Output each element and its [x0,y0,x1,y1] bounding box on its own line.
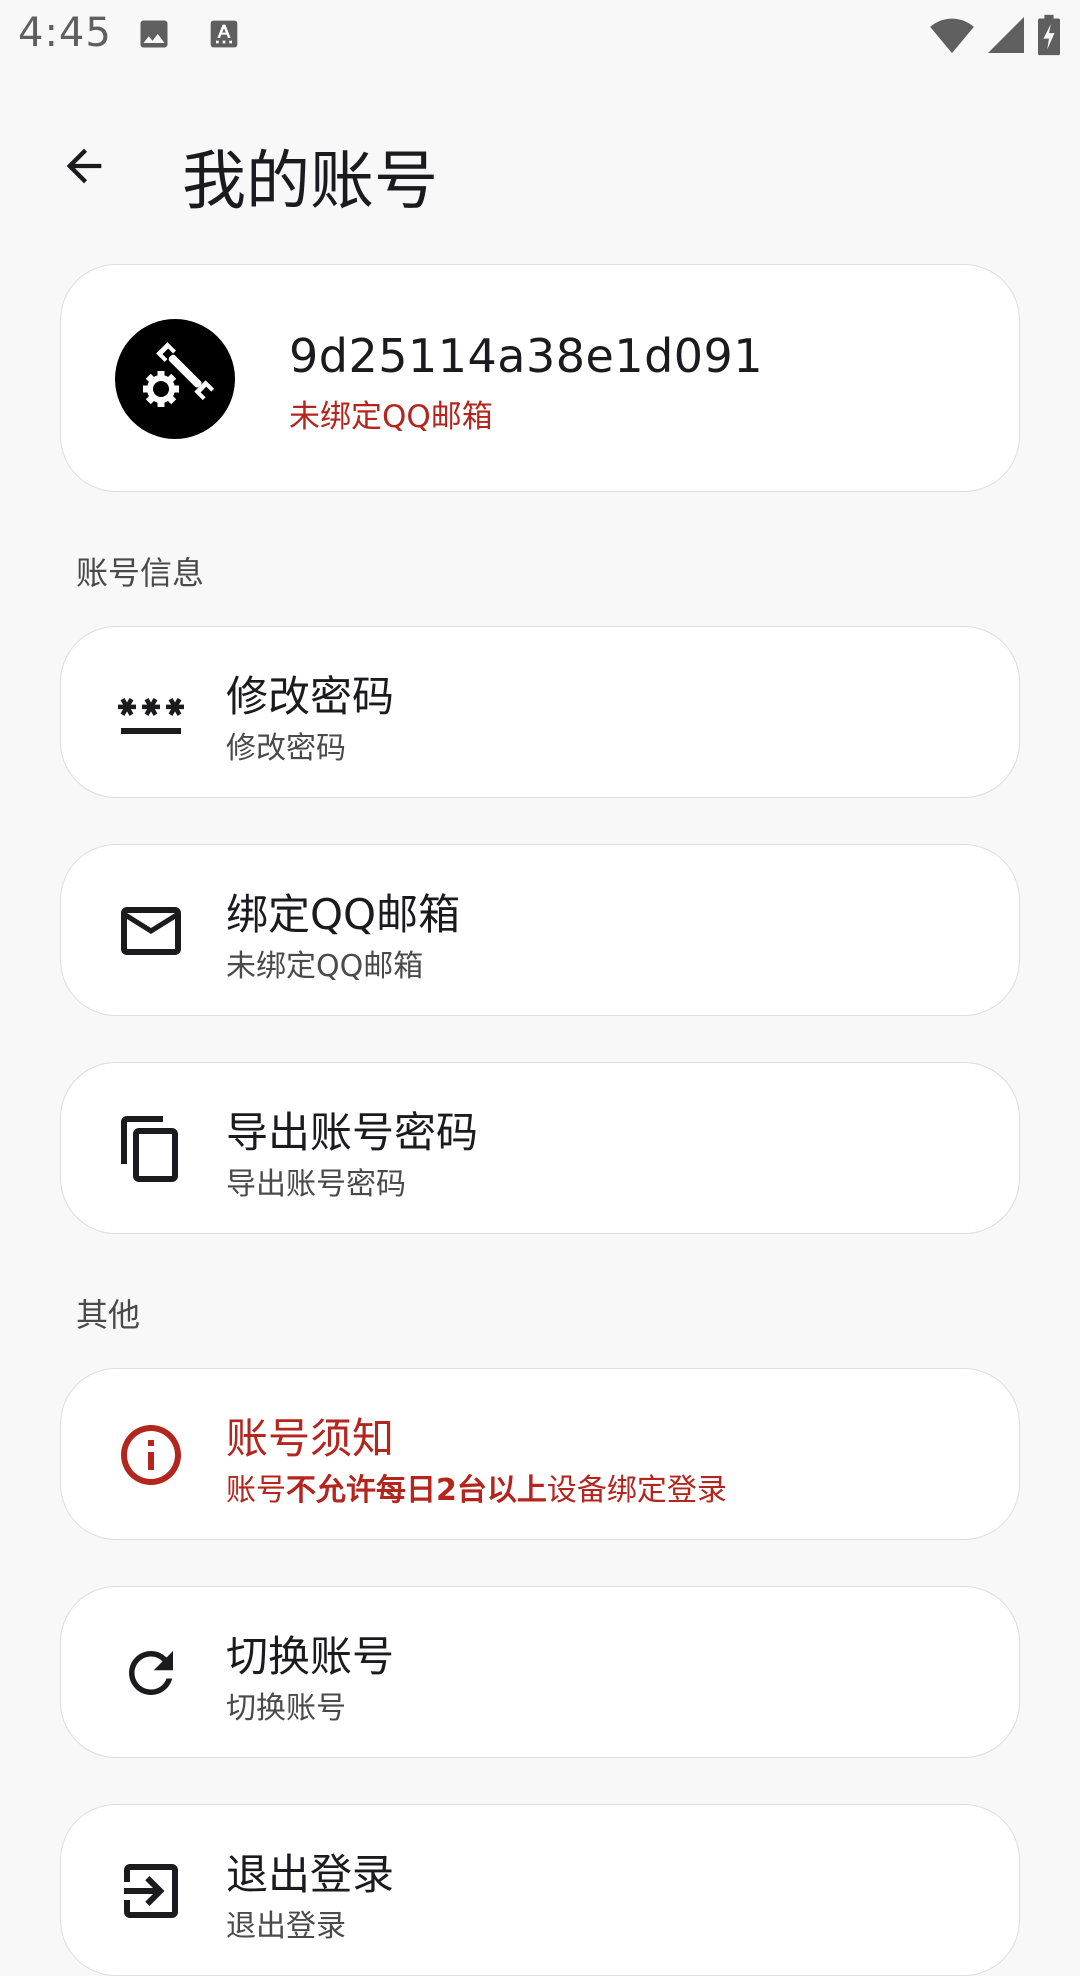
status-bar: 4:45 [0,0,1080,72]
switch-account-item[interactable]: 切换账号 切换账号 [60,1586,1020,1758]
text-a-icon [208,16,240,56]
change-password-title: 修改密码 [226,672,395,721]
user-id: 9d25114a38e1d091 [289,329,764,383]
avatar [115,319,235,439]
logout-subtitle: 退出登录 [226,1909,346,1944]
password-icon [115,677,187,749]
bind-email-subtitle: 未绑定QQ邮箱 [226,949,424,984]
image-icon [136,16,172,56]
battery-charging-icon [1038,14,1060,60]
app-bar: 我的账号 [0,110,1080,230]
email-status: 未绑定QQ邮箱 [289,399,493,435]
copy-icon [115,1113,187,1185]
page-title: 我的账号 [182,145,438,219]
export-item[interactable]: 导出账号密码 导出账号密码 [60,1062,1020,1234]
arrow-back-icon [58,140,110,196]
notice-text-2: 不允许 [286,1473,376,1508]
bind-email-title: 绑定QQ邮箱 [226,890,461,939]
bind-email-item[interactable]: 绑定QQ邮箱 未绑定QQ邮箱 [60,844,1020,1016]
export-subtitle: 导出账号密码 [226,1167,406,1202]
notice-text-1: 账号 [226,1473,286,1508]
account-notice-title: 账号须知 [226,1414,395,1463]
switch-account-subtitle: 切换账号 [226,1691,346,1726]
account-notice-item[interactable]: 账号须知 账号不允许每日2台以上设备绑定登录 [60,1368,1020,1540]
info-icon [115,1419,187,1491]
notice-text-4: 设备绑定登录 [546,1473,727,1508]
change-password-item[interactable]: 修改密码 修改密码 [60,626,1020,798]
account-notice-subtitle: 账号不允许每日2台以上设备绑定登录 [226,1465,727,1509]
back-button[interactable] [48,132,120,204]
logout-title: 退出登录 [226,1850,395,1899]
notice-text-3: 每日2台以上 [376,1473,547,1508]
logout-item[interactable]: 退出登录 退出登录 [60,1804,1020,1976]
section-label-account-info: 账号信息 [76,554,205,592]
status-time: 4:45 [18,10,112,56]
switch-account-title: 切换账号 [226,1632,395,1681]
profile-card[interactable]: 9d25114a38e1d091 未绑定QQ邮箱 [60,264,1020,492]
mail-icon [115,895,187,967]
refresh-icon [115,1637,187,1709]
signal-icon [988,15,1024,59]
section-label-other: 其他 [76,1296,141,1334]
change-password-subtitle: 修改密码 [226,731,346,766]
wrench-gear-icon [127,329,223,429]
logout-icon [115,1855,187,1927]
wifi-icon [930,15,974,59]
export-title: 导出账号密码 [226,1108,479,1157]
